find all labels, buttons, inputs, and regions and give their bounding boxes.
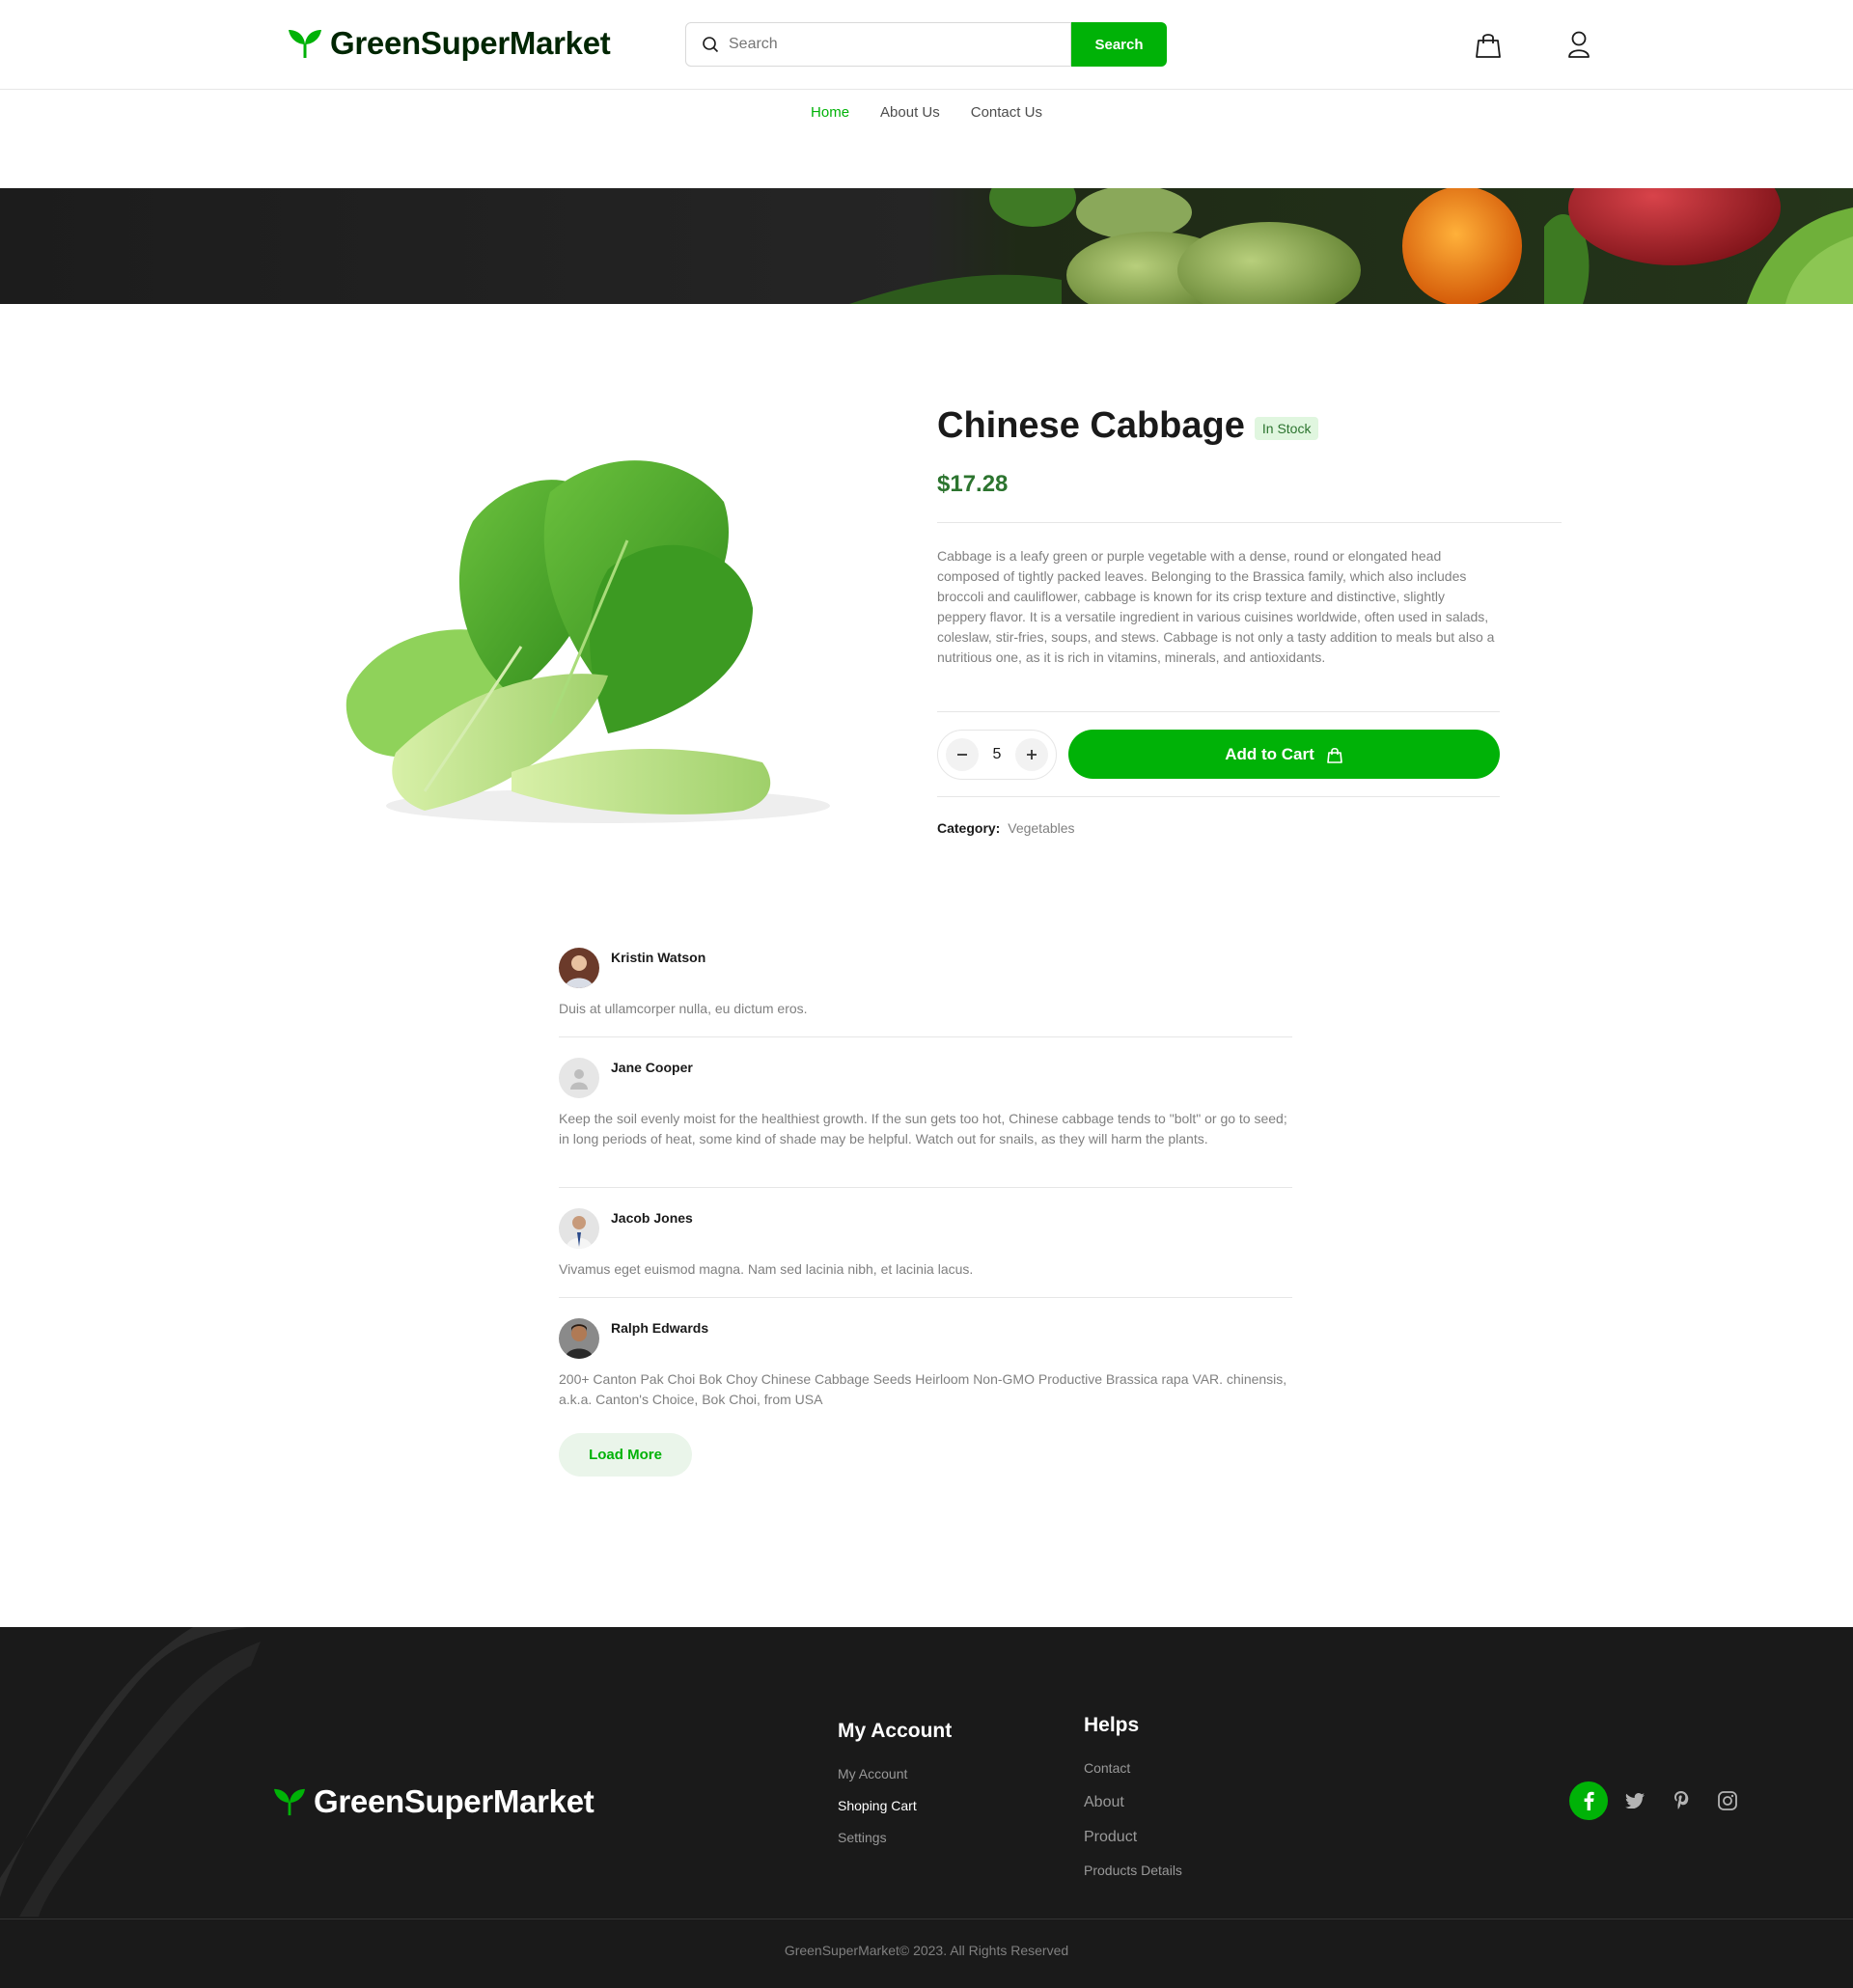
stock-badge: In Stock	[1254, 416, 1319, 440]
main-nav: Home About Us Contact Us	[0, 104, 1853, 121]
avatar	[559, 1208, 599, 1249]
nav-home[interactable]: Home	[811, 104, 849, 121]
leaf-logo-icon	[274, 1788, 305, 1816]
category-value[interactable]: Vegetables	[1008, 820, 1074, 836]
category-label: Category:	[937, 820, 1001, 836]
product-title: Chinese Cabbage	[937, 405, 1245, 446]
shopping-bag-icon[interactable]	[1473, 29, 1504, 60]
footer-logo[interactable]: GreenSuperMarket	[273, 1783, 595, 1820]
footer-link-products-details[interactable]: Products Details	[1084, 1863, 1182, 1878]
leaf-logo-icon	[289, 30, 321, 58]
footer-link-product[interactable]: Product	[1084, 1829, 1137, 1846]
vegetables-banner-image	[0, 188, 1853, 304]
review-text: 200+ Canton Pak Choi Bok Choy Chinese Ca…	[559, 1371, 1287, 1407]
divider	[559, 1036, 1292, 1037]
decrease-quantity-button[interactable]	[946, 738, 979, 771]
product-price: $17.28	[937, 471, 1009, 497]
footer-link-my-account[interactable]: My Account	[838, 1766, 907, 1781]
hero-banner	[0, 188, 1853, 304]
quantity-value: 5	[992, 746, 1002, 762]
review-item: Ralph Edwards 200+ Canton Pak Choi Bok C…	[559, 1318, 1292, 1410]
user-account-icon[interactable]	[1563, 29, 1594, 60]
divider	[559, 1187, 1292, 1188]
search-input[interactable]	[729, 36, 1047, 53]
twitter-icon[interactable]	[1616, 1781, 1654, 1820]
product-image	[318, 405, 859, 869]
site-header: GreenSuperMarket Search	[0, 0, 1853, 90]
footer-link-shopping-cart[interactable]: Shoping Cart	[838, 1798, 917, 1813]
product-title-row: Chinese Cabbage In Stock	[937, 405, 1319, 447]
helps-heading: Helps	[1084, 1714, 1140, 1736]
product-description: Cabbage is a leafy green or purple veget…	[937, 548, 1495, 665]
footer-link-settings[interactable]: Settings	[838, 1830, 887, 1845]
reviewer-name: Jane Cooper	[611, 1060, 693, 1075]
divider	[559, 1297, 1292, 1298]
plus-icon	[1027, 750, 1037, 759]
instagram-icon[interactable]	[1708, 1781, 1747, 1820]
footer-logo-text: GreenSuperMarket	[314, 1783, 595, 1819]
shopping-bag-icon	[1326, 747, 1342, 763]
search-field[interactable]	[685, 22, 1071, 67]
nav-contact-us[interactable]: Contact Us	[971, 104, 1042, 121]
review-item: Jacob Jones Vivamus eget euismod magna. …	[559, 1208, 1292, 1280]
logo-text: GreenSuperMarket	[330, 25, 611, 61]
add-to-cart-button[interactable]: Add to Cart	[1068, 730, 1500, 779]
search-icon	[703, 37, 719, 53]
brush-texture-decoration	[0, 1627, 261, 1917]
reviewer-name: Ralph Edwards	[611, 1320, 709, 1336]
load-more-button[interactable]: Load More	[559, 1433, 692, 1477]
nav-about-us[interactable]: About Us	[880, 104, 940, 121]
avatar-placeholder	[559, 1058, 599, 1098]
chinese-cabbage-image	[346, 460, 830, 823]
review-text: Vivamus eget euismod magna. Nam sed laci…	[559, 1261, 974, 1277]
review-text: Keep the soil evenly moist for the healt…	[559, 1111, 1287, 1146]
avatar	[559, 948, 599, 988]
divider	[937, 711, 1500, 712]
product-category: Category: Vegetables	[937, 820, 1075, 836]
footer-link-contact[interactable]: Contact	[1084, 1760, 1130, 1776]
site-logo[interactable]: GreenSuperMarket	[288, 25, 611, 62]
quantity-stepper: 5	[937, 730, 1057, 780]
divider	[937, 522, 1562, 523]
footer-link-about[interactable]: About	[1084, 1794, 1124, 1811]
review-item: Kristin Watson Duis at ullamcorper nulla…	[559, 948, 1292, 1019]
review-text: Duis at ullamcorper nulla, eu dictum ero…	[559, 1001, 808, 1016]
facebook-icon[interactable]	[1569, 1781, 1608, 1820]
user-placeholder-icon	[570, 1069, 588, 1090]
my-account-heading: My Account	[838, 1720, 953, 1742]
minus-icon	[957, 754, 967, 756]
divider	[937, 796, 1500, 797]
reviewer-name: Jacob Jones	[611, 1210, 693, 1226]
pinterest-icon[interactable]	[1662, 1781, 1701, 1820]
search-button[interactable]: Search	[1071, 22, 1167, 67]
reviewer-name: Kristin Watson	[611, 950, 706, 965]
add-to-cart-label: Add to Cart	[1225, 744, 1314, 763]
copyright-text: GreenSuperMarket© 2023. All Rights Reser…	[784, 1943, 1069, 1958]
review-item: Jane Cooper Keep the soil evenly moist f…	[559, 1058, 1292, 1149]
increase-quantity-button[interactable]	[1015, 738, 1048, 771]
avatar	[559, 1318, 599, 1359]
